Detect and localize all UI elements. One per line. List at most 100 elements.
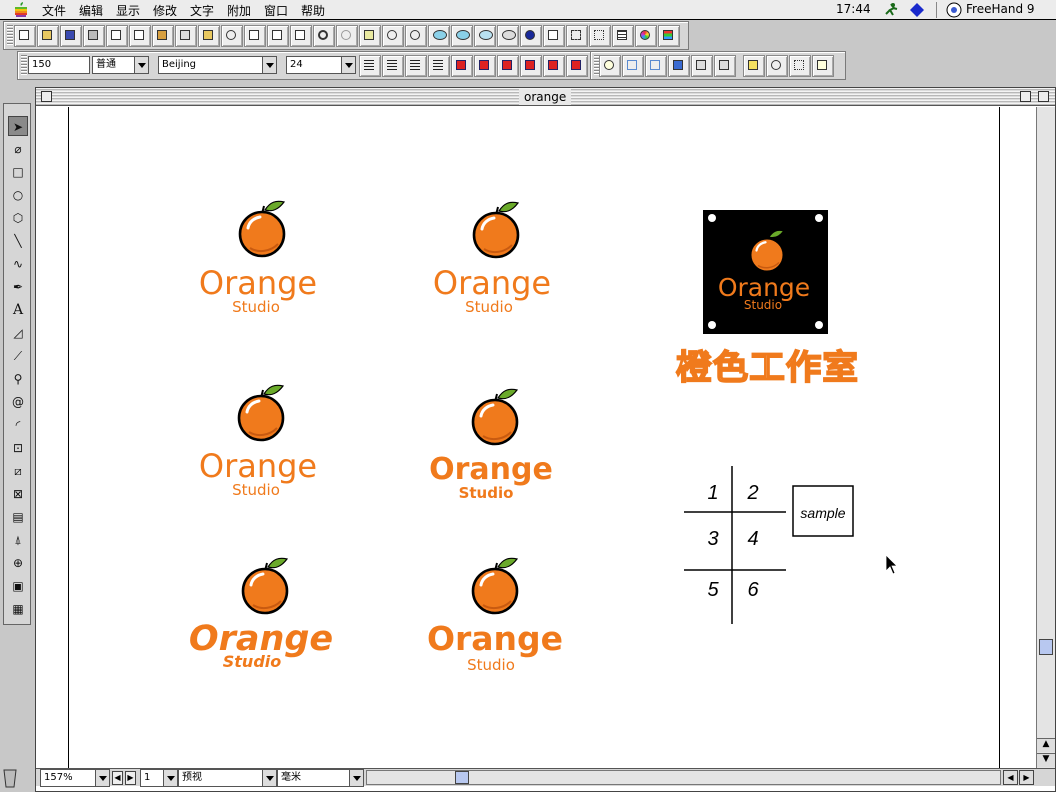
apple-menu-icon[interactable] [14,2,28,18]
publish-button[interactable] [152,25,174,47]
zoom-box-icon[interactable] [1020,91,1031,102]
window-titlebar[interactable]: orange [36,88,1055,106]
logo-black-tile[interactable]: Orange Studio [703,210,828,334]
drawing-canvas[interactable]: Orange Studio Orange Studio Orange Studi… [36,107,1036,768]
scale-tool-icon[interactable]: ⊡ [8,438,28,458]
copy-button[interactable] [175,25,197,47]
redo-button[interactable] [336,25,358,47]
duplicate-button[interactable] [267,25,289,47]
size-field[interactable]: 150 [28,56,90,74]
clock[interactable]: 17:44 [836,2,871,16]
group-button[interactable] [382,25,404,47]
blend-button[interactable] [622,55,644,77]
chart-button[interactable] [789,55,811,77]
stroke-tool-icon[interactable]: ▦ [8,599,28,619]
line-tool-icon[interactable]: ╲ [8,231,28,251]
prev-page-icon[interactable]: ◀ [112,771,123,785]
union-button[interactable] [428,25,450,47]
text-frame-5-button[interactable] [543,55,565,77]
bezigon-tool-icon[interactable]: ◿ [8,323,28,343]
text-frame-3-button[interactable] [497,55,519,77]
color-list-button[interactable] [658,25,680,47]
new-document-button[interactable] [14,25,36,47]
logo-variant-4[interactable]: Orange Studio [429,387,553,502]
polygon-tool-icon[interactable]: ⬡ [8,208,28,228]
freehand-tool-icon[interactable]: ∿ [8,254,28,274]
scroll-left-icon[interactable]: ◀ [1003,770,1018,785]
align-button[interactable] [566,25,588,47]
trace-tool-icon[interactable]: ⚲ [8,369,28,389]
zoom-select[interactable]: 157% [40,769,110,787]
point-size-select[interactable]: 24 [286,56,356,74]
spiral-tool-icon[interactable]: @ [8,392,28,412]
trash-icon[interactable] [2,766,18,788]
justify-button[interactable] [428,55,450,77]
toolbar-grip[interactable] [7,25,13,46]
style-select[interactable]: 普通 [92,56,149,74]
ungroup-button[interactable] [405,25,427,47]
align-center-button[interactable] [382,55,404,77]
paste-special-button[interactable] [244,25,266,47]
simplify-button[interactable] [714,55,736,77]
scroll-thumb[interactable] [1039,639,1053,655]
menu-help[interactable]: 帮助 [301,2,325,19]
trap-button[interactable] [645,55,667,77]
grid-button[interactable] [589,25,611,47]
menu-window[interactable]: 窗口 [264,2,288,19]
text-frame-1-button[interactable] [451,55,473,77]
scroll-right-icon[interactable]: ▶ [1019,770,1034,785]
info-button[interactable] [520,25,542,47]
text-frame-2-button[interactable] [474,55,496,77]
distort-button[interactable] [812,55,834,77]
logo-variant-1[interactable]: Orange Studio [199,199,317,316]
scroll-up-icon[interactable]: ▲ [1037,738,1055,752]
zoom-tool-icon[interactable]: ⊕ [8,553,28,573]
fisheye-button[interactable] [599,55,621,77]
layers-button[interactable] [612,25,634,47]
scroll-down-icon[interactable]: ▼ [1037,753,1055,767]
freehand-app-icon[interactable] [946,2,962,18]
align-left-button[interactable] [359,55,381,77]
lasso-tool-icon[interactable]: ⌀ [8,139,28,159]
page-select[interactable]: 1 [140,769,178,787]
add-points-button[interactable] [691,55,713,77]
scroll-thumb[interactable] [455,771,469,784]
fill-tool-icon[interactable]: ▣ [8,576,28,596]
text-frame-6-button[interactable] [566,55,588,77]
import-button[interactable] [106,25,128,47]
logo-variant-3[interactable]: Orange Studio [199,383,317,499]
menu-view[interactable]: 显示 [116,2,140,19]
punch-button[interactable] [474,25,496,47]
number-grid[interactable]: 1 2 3 4 5 6 sample [684,466,854,624]
open-button[interactable] [37,25,59,47]
text-frame-4-button[interactable] [520,55,542,77]
chinese-title[interactable]: 橙色工作室 [675,347,859,389]
reflect-tool-icon[interactable]: ⊠ [8,484,28,504]
save-button[interactable] [60,25,82,47]
export-button[interactable] [129,25,151,47]
view-mode-select[interactable]: 预视 [178,769,277,787]
menu-text[interactable]: 文字 [190,2,214,19]
align-right-button[interactable] [405,55,427,77]
vertical-scrollbar[interactable]: ▲ ▼ [1036,107,1055,768]
close-box-icon[interactable] [41,91,52,102]
print-button[interactable] [83,25,105,47]
rectangle-tool-icon[interactable]: □ [8,162,28,182]
menu-edit[interactable]: 编辑 [79,2,103,19]
diamond-icon[interactable] [910,3,924,17]
ellipse-tool-icon[interactable]: ○ [8,185,28,205]
toolbar-grip[interactable] [21,55,27,76]
logo-variant-2[interactable]: Orange Studio [433,200,551,316]
knife-tool-icon[interactable]: ⟋ [8,346,28,366]
logo-variant-5[interactable]: Orange Studio [189,556,333,671]
clone-button[interactable] [290,25,312,47]
horizontal-scrollbar[interactable] [366,770,1001,785]
crop-button[interactable] [497,25,519,47]
menu-file[interactable]: 文件 [42,2,66,19]
running-figure-icon[interactable] [882,2,900,18]
text-tool-icon[interactable]: A [8,300,28,320]
arrange-button[interactable] [743,55,765,77]
skew-tool-icon[interactable]: ⧄ [8,461,28,481]
font-select[interactable]: Beijing [158,56,277,74]
graphic-hose-tool-icon[interactable]: ▤ [8,507,28,527]
